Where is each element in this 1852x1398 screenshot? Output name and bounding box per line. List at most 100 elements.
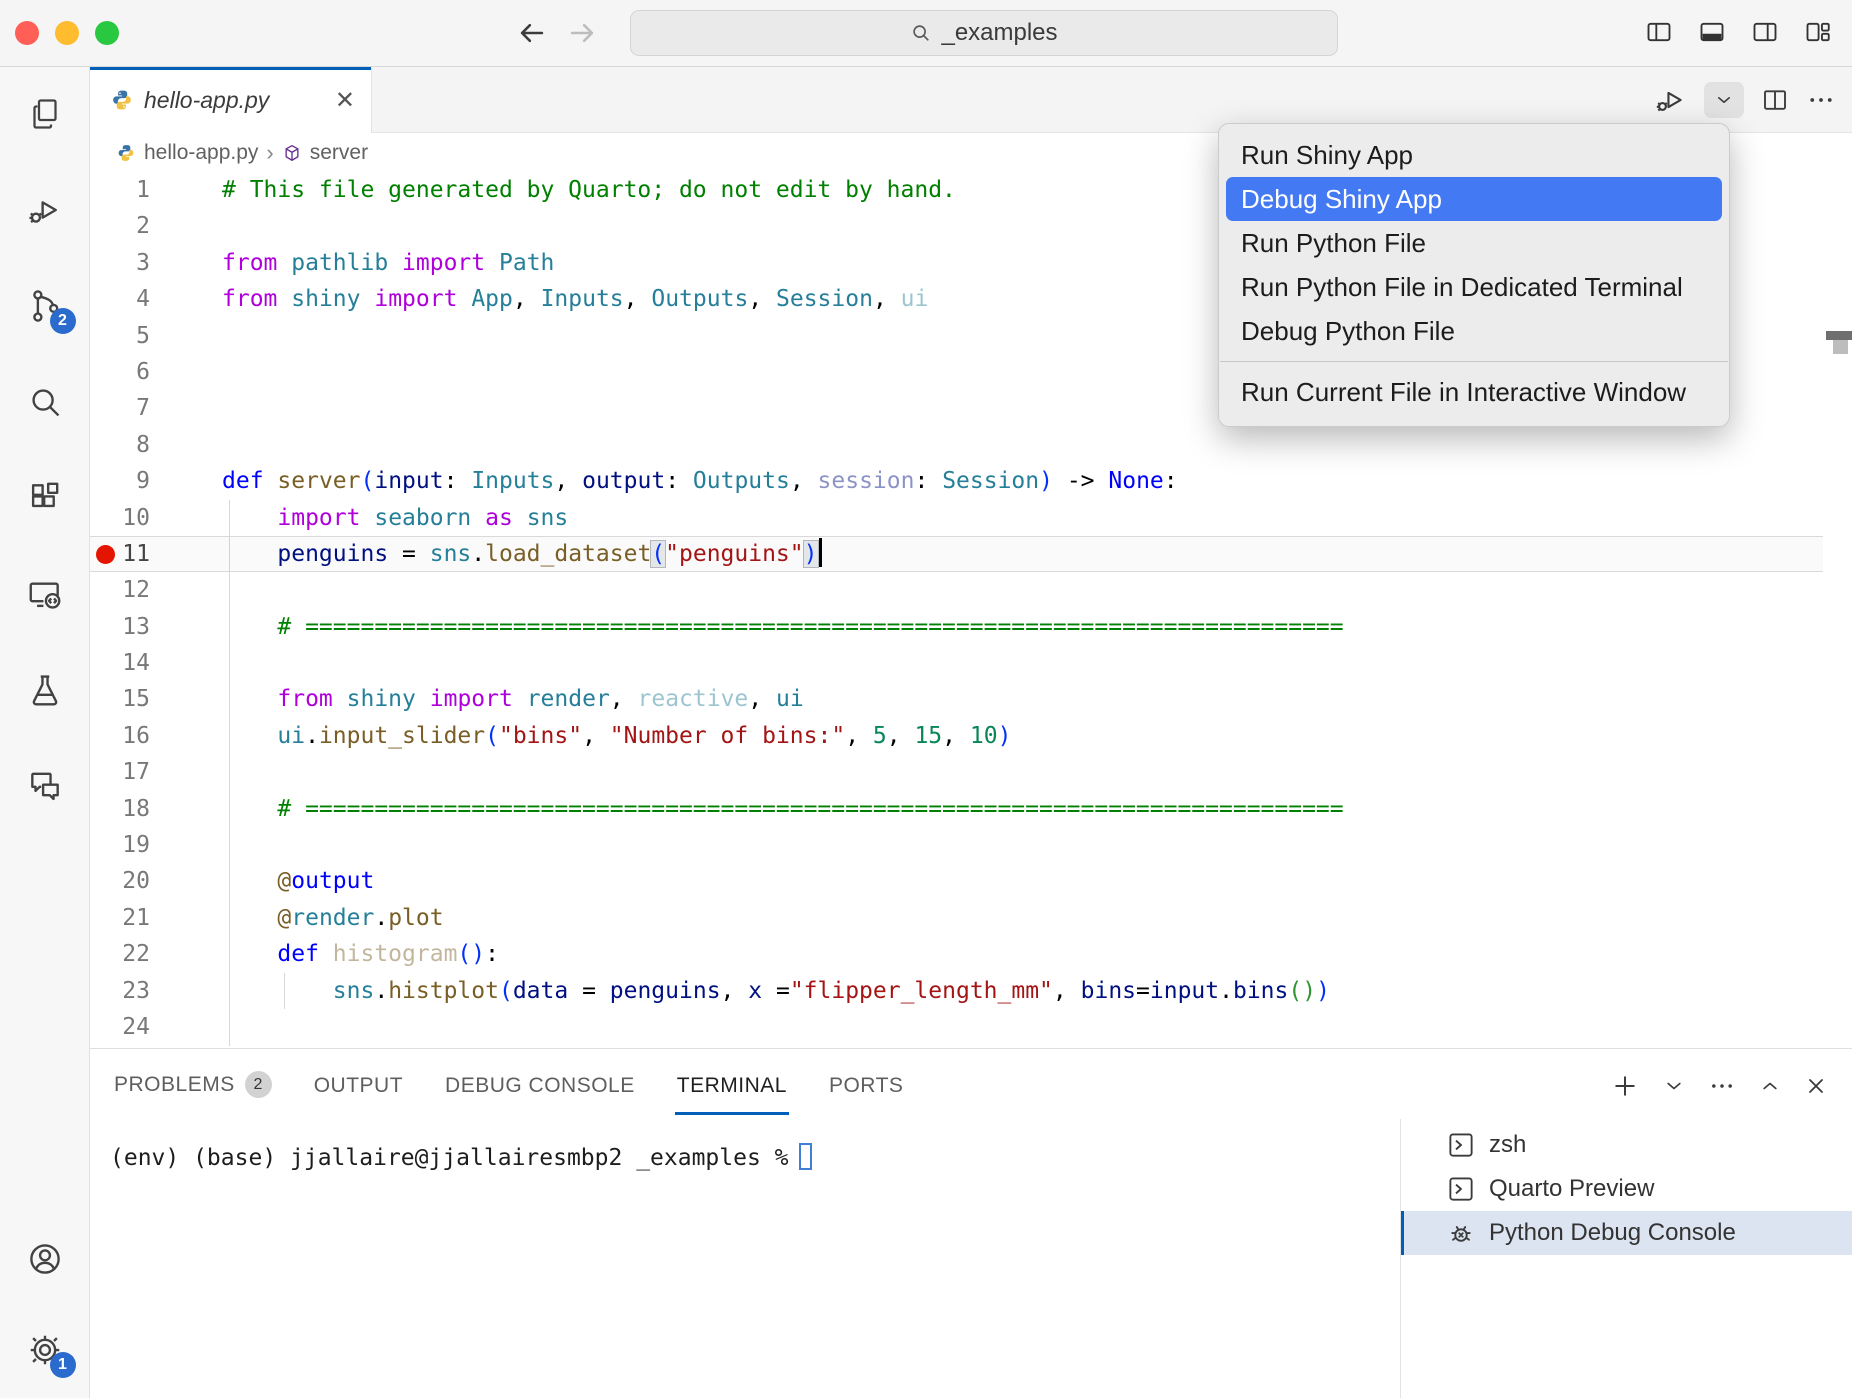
code-line-15[interactable]: 15 from shiny import render, reactive, u…	[90, 681, 1852, 717]
line-number[interactable]: 2	[90, 208, 150, 244]
panel-tab-label: PROBLEMS	[114, 1073, 235, 1097]
code-line-11[interactable]: 11 penguins = sns.load_dataset("penguins…	[90, 536, 1852, 572]
code-line-9[interactable]: 9def server(input: Inputs, output: Outpu…	[90, 463, 1852, 499]
run-or-debug-button[interactable]	[1654, 83, 1688, 117]
line-number[interactable]: 13	[90, 609, 150, 645]
close-panel-icon[interactable]	[1804, 1074, 1828, 1098]
menu-item-run-shiny-app[interactable]: Run Shiny App	[1219, 133, 1729, 177]
tab-hello-app[interactable]: hello-app.py ✕	[90, 67, 372, 133]
search-value: _examples	[941, 19, 1057, 47]
line-number[interactable]: 8	[90, 427, 150, 463]
terminal-instances-list: zshQuarto Preview Python Debug Console	[1401, 1123, 1852, 1255]
line-number[interactable]: 3	[90, 245, 150, 281]
code-line-18[interactable]: 18 # ===================================…	[90, 791, 1852, 827]
line-number[interactable]: 11	[90, 536, 150, 572]
panel-tab-problems[interactable]: PROBLEMS2	[112, 1071, 274, 1115]
breadcrumb-symbol[interactable]: server	[310, 141, 368, 165]
more-actions-icon[interactable]	[1806, 85, 1836, 115]
arrow-left-icon	[515, 16, 549, 50]
line-number[interactable]: 22	[90, 936, 150, 972]
code-line-23[interactable]: 23 sns.histplot(data = penguins, x ="fli…	[90, 973, 1852, 1009]
line-number[interactable]: 7	[90, 390, 150, 426]
code-line-8[interactable]: 8	[90, 427, 1852, 463]
menu-item-run-python-file[interactable]: Run Python File	[1219, 221, 1729, 265]
sidebar-item-search[interactable]	[12, 369, 78, 434]
code-line-17[interactable]: 17	[90, 754, 1852, 790]
title-bar: _examples	[0, 0, 1852, 67]
code-line-13[interactable]: 13 # ===================================…	[90, 609, 1852, 645]
line-number[interactable]: 1	[90, 172, 150, 208]
sidebar-item-comments[interactable]	[12, 753, 78, 818]
sidebar-item-extensions[interactable]	[12, 465, 78, 530]
minimize-window-button[interactable]	[55, 21, 79, 45]
code-line-21[interactable]: 21 @render.plot	[90, 900, 1852, 936]
code-line-20[interactable]: 20 @output	[90, 863, 1852, 899]
close-tab-icon[interactable]: ✕	[335, 86, 355, 115]
sidebar-item-testing[interactable]	[12, 657, 78, 722]
navigate-back-button[interactable]	[512, 13, 552, 53]
line-number[interactable]: 21	[90, 900, 150, 936]
code-line-14[interactable]: 14	[90, 645, 1852, 681]
line-number[interactable]: 4	[90, 281, 150, 317]
new-terminal-icon[interactable]	[1610, 1071, 1640, 1101]
panel-tab-output[interactable]: OUTPUT	[312, 1074, 405, 1115]
line-number[interactable]: 15	[90, 681, 150, 717]
panel-more-actions-icon[interactable]	[1708, 1072, 1736, 1100]
sidebar-item-source-control[interactable]: 2	[12, 273, 78, 338]
navigate-forward-button[interactable]	[562, 13, 602, 53]
panel-tab-terminal[interactable]: TERMINAL	[675, 1074, 789, 1115]
terminal-instance-zsh[interactable]: zsh	[1401, 1123, 1852, 1167]
accounts-button[interactable]	[12, 1226, 78, 1291]
sidebar-item-explorer[interactable]	[12, 81, 78, 146]
line-number[interactable]: 19	[90, 827, 150, 863]
terminal-instance-python-debug-console[interactable]: Python Debug Console	[1401, 1211, 1852, 1255]
code-line-22[interactable]: 22 def histogram():	[90, 936, 1852, 972]
arrow-right-icon	[565, 16, 599, 50]
menu-item-run-current-file-in-interactive-window[interactable]: Run Current File in Interactive Window	[1219, 370, 1729, 414]
overview-ruler-handle[interactable]	[1833, 340, 1848, 354]
settings-button[interactable]: 1	[12, 1317, 78, 1382]
maximize-panel-icon[interactable]	[1760, 1076, 1780, 1096]
code-line-12[interactable]: 12	[90, 572, 1852, 608]
line-number[interactable]: 12	[90, 572, 150, 608]
terminal-dropdown-chevron-icon[interactable]	[1664, 1076, 1684, 1096]
line-number[interactable]: 5	[90, 318, 150, 354]
line-number[interactable]: 18	[90, 791, 150, 827]
code-line-24[interactable]: 24	[90, 1009, 1852, 1045]
menu-item-debug-shiny-app[interactable]: Debug Shiny App	[1226, 177, 1722, 221]
chevron-down-icon	[1715, 91, 1733, 109]
terminal-instance-label: Python Debug Console	[1489, 1219, 1736, 1247]
line-number[interactable]: 23	[90, 973, 150, 1009]
code-text: from pathlib import Path	[222, 245, 554, 281]
panel-tab-debug-console[interactable]: DEBUG CONSOLE	[443, 1074, 637, 1115]
menu-item-run-python-file-in-dedicated-terminal[interactable]: Run Python File in Dedicated Terminal	[1219, 265, 1729, 309]
code-text: from shiny import render, reactive, ui	[222, 681, 804, 717]
line-number[interactable]: 20	[90, 863, 150, 899]
close-window-button[interactable]	[15, 21, 39, 45]
line-number[interactable]: 24	[90, 1009, 150, 1045]
line-number[interactable]: 9	[90, 463, 150, 499]
line-number[interactable]: 6	[90, 354, 150, 390]
code-line-10[interactable]: 10 import seaborn as sns	[90, 500, 1852, 536]
toggle-secondary-sidebar-icon[interactable]	[1751, 18, 1779, 46]
terminal-output[interactable]: (env) (base) jjallaire@jjallairesmbp2 _e…	[110, 1143, 812, 1171]
toggle-panel-icon[interactable]	[1698, 18, 1726, 46]
panel-tab-ports[interactable]: PORTS	[827, 1074, 905, 1115]
line-number[interactable]: 10	[90, 500, 150, 536]
line-number[interactable]: 17	[90, 754, 150, 790]
menu-item-debug-python-file[interactable]: Debug Python File	[1219, 309, 1729, 353]
split-editor-icon[interactable]	[1760, 85, 1790, 115]
line-number[interactable]: 14	[90, 645, 150, 681]
command-center-search[interactable]: _examples	[630, 10, 1338, 56]
line-number[interactable]: 16	[90, 718, 150, 754]
toggle-primary-sidebar-icon[interactable]	[1645, 18, 1673, 46]
sidebar-item-run-debug[interactable]	[12, 177, 78, 242]
customize-layout-icon[interactable]	[1804, 18, 1832, 46]
run-dropdown-button[interactable]	[1704, 82, 1744, 118]
zoom-window-button[interactable]	[95, 21, 119, 45]
code-line-19[interactable]: 19	[90, 827, 1852, 863]
breadcrumb-file[interactable]: hello-app.py	[144, 141, 258, 165]
sidebar-item-remote-explorer[interactable]	[12, 561, 78, 626]
terminal-instance-quarto-preview[interactable]: Quarto Preview	[1401, 1167, 1852, 1211]
code-line-16[interactable]: 16 ui.input_slider("bins", "Number of bi…	[90, 718, 1852, 754]
